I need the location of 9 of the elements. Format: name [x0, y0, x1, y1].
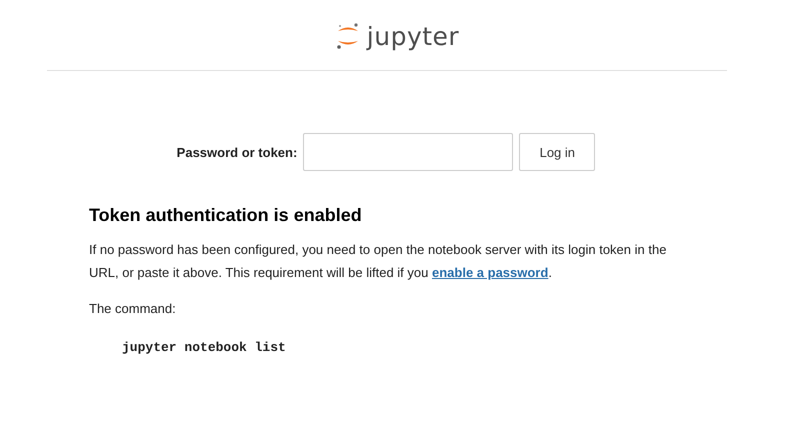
- password-link[interactable]: enable a password: [432, 265, 548, 280]
- field-label: Password or token:: [176, 144, 298, 160]
- login-button[interactable]: Log in: [519, 133, 596, 171]
- info-paragraph: If no password has been configured, you need to open the notebook server with its login token in the URL, or paste it above. This requirement will be lifted if you enable a password.: [89, 241, 668, 282]
- logo-text: jupyter: [366, 22, 460, 50]
- section-heading: Token authentication is enabled: [89, 205, 363, 226]
- command-label: The command:: [89, 300, 177, 318]
- command-text: jupyter notebook list: [122, 340, 287, 355]
- password-field[interactable]: [303, 133, 514, 171]
